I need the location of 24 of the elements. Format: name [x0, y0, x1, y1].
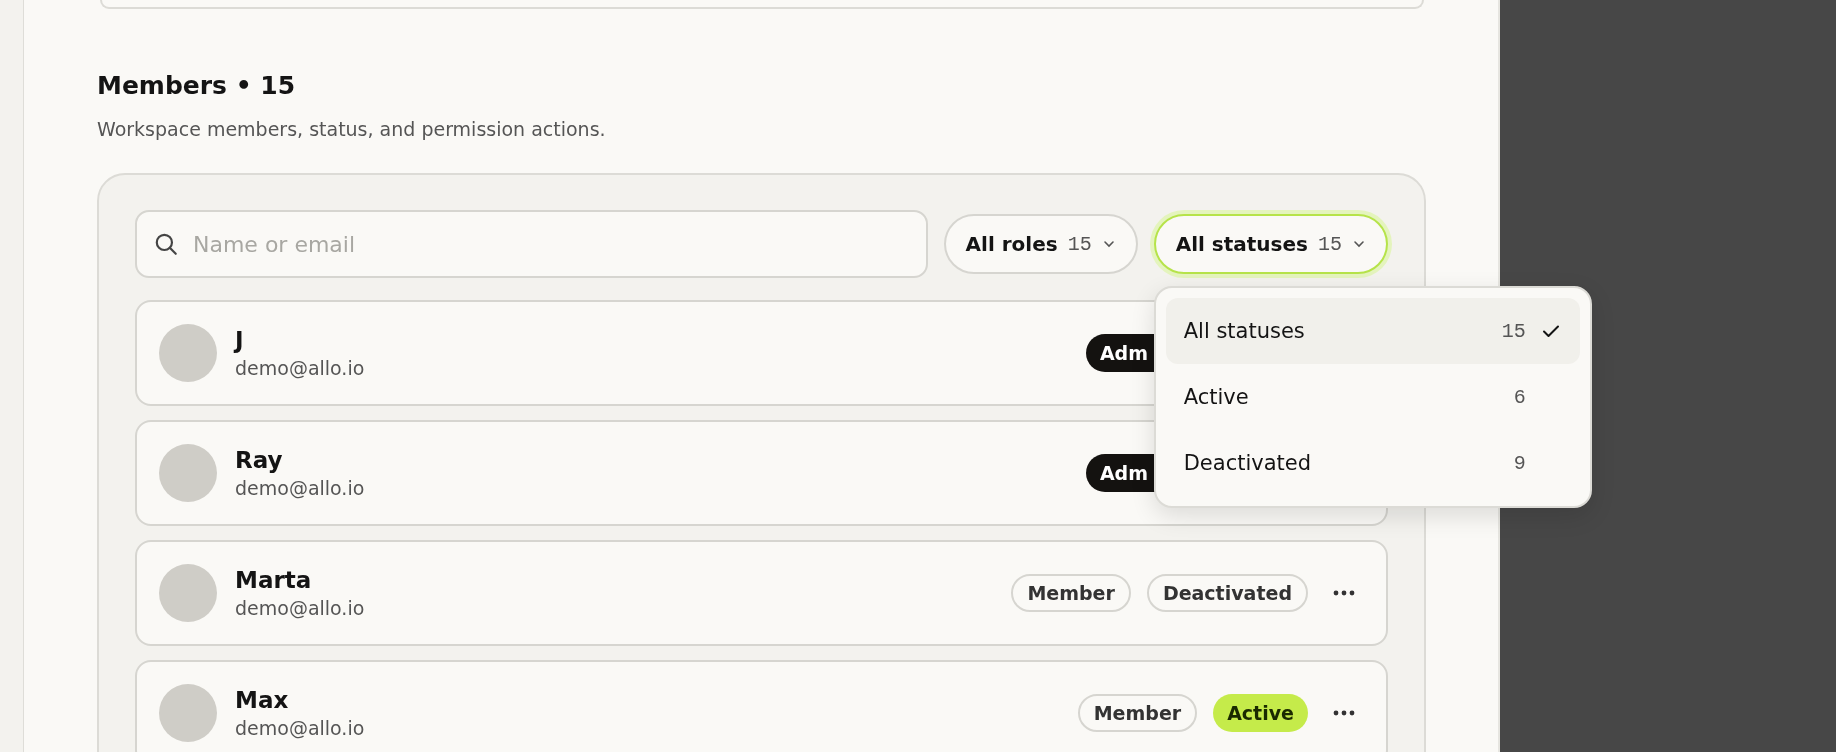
member-name: Max: [235, 686, 290, 715]
menu-item[interactable]: All statuses 15: [1165, 298, 1580, 364]
section-subtitle: Workspace members, status, and permission actions.: [97, 117, 607, 142]
member-name: Ray: [235, 446, 284, 475]
badge: Active: [1213, 694, 1308, 732]
member-name: J: [235, 326, 245, 355]
menu-item-count: 9: [1513, 451, 1526, 475]
badge: Member: [1011, 574, 1131, 612]
menu-item-label: Active: [1183, 385, 1250, 409]
more-icon: [1333, 710, 1355, 716]
more-icon: [1333, 590, 1355, 596]
badge: Deactivated: [1146, 574, 1308, 612]
badge: Member: [1077, 694, 1198, 732]
search-icon: [153, 231, 179, 257]
member-email: demo@allo.io: [235, 716, 366, 741]
member-email: demo@allo.io: [235, 476, 366, 501]
menu-item-count: 15: [1501, 319, 1526, 343]
search-field[interactable]: Name or email: [135, 210, 928, 278]
member-name: Marta: [235, 566, 313, 595]
section-title: Members • 15: [97, 70, 297, 102]
member-email: demo@allo.io: [235, 356, 366, 381]
member-email: demo@allo.io: [235, 596, 366, 621]
filter-dropdown[interactable]: All roles 15: [943, 214, 1138, 274]
menu-item-count: 6: [1513, 385, 1526, 409]
